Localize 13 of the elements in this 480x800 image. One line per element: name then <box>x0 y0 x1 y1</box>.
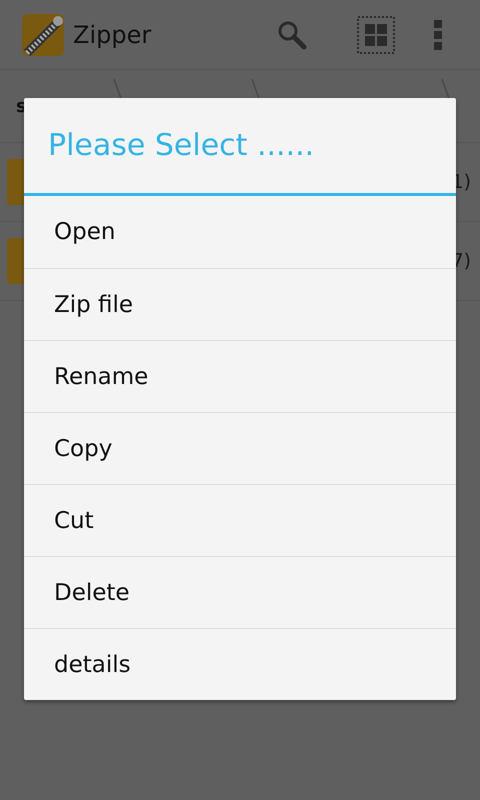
menu-item[interactable]: Cut <box>24 484 456 556</box>
menu-item[interactable]: Delete <box>24 556 456 628</box>
zipper-logo-icon <box>21 12 65 56</box>
search-icon[interactable] <box>277 20 307 50</box>
dialog-title: Please Select ...... <box>48 128 314 163</box>
menu-item[interactable]: Zip file <box>24 268 456 340</box>
menu-item[interactable]: Open <box>24 196 456 268</box>
overflow-menu-icon[interactable] <box>434 20 442 50</box>
menu-item[interactable]: Rename <box>24 340 456 412</box>
grid-view-icon[interactable] <box>357 16 395 54</box>
menu-item[interactable]: details <box>24 628 456 700</box>
app-title: Zipper <box>73 20 152 48</box>
menu-item[interactable]: Copy <box>24 412 456 484</box>
